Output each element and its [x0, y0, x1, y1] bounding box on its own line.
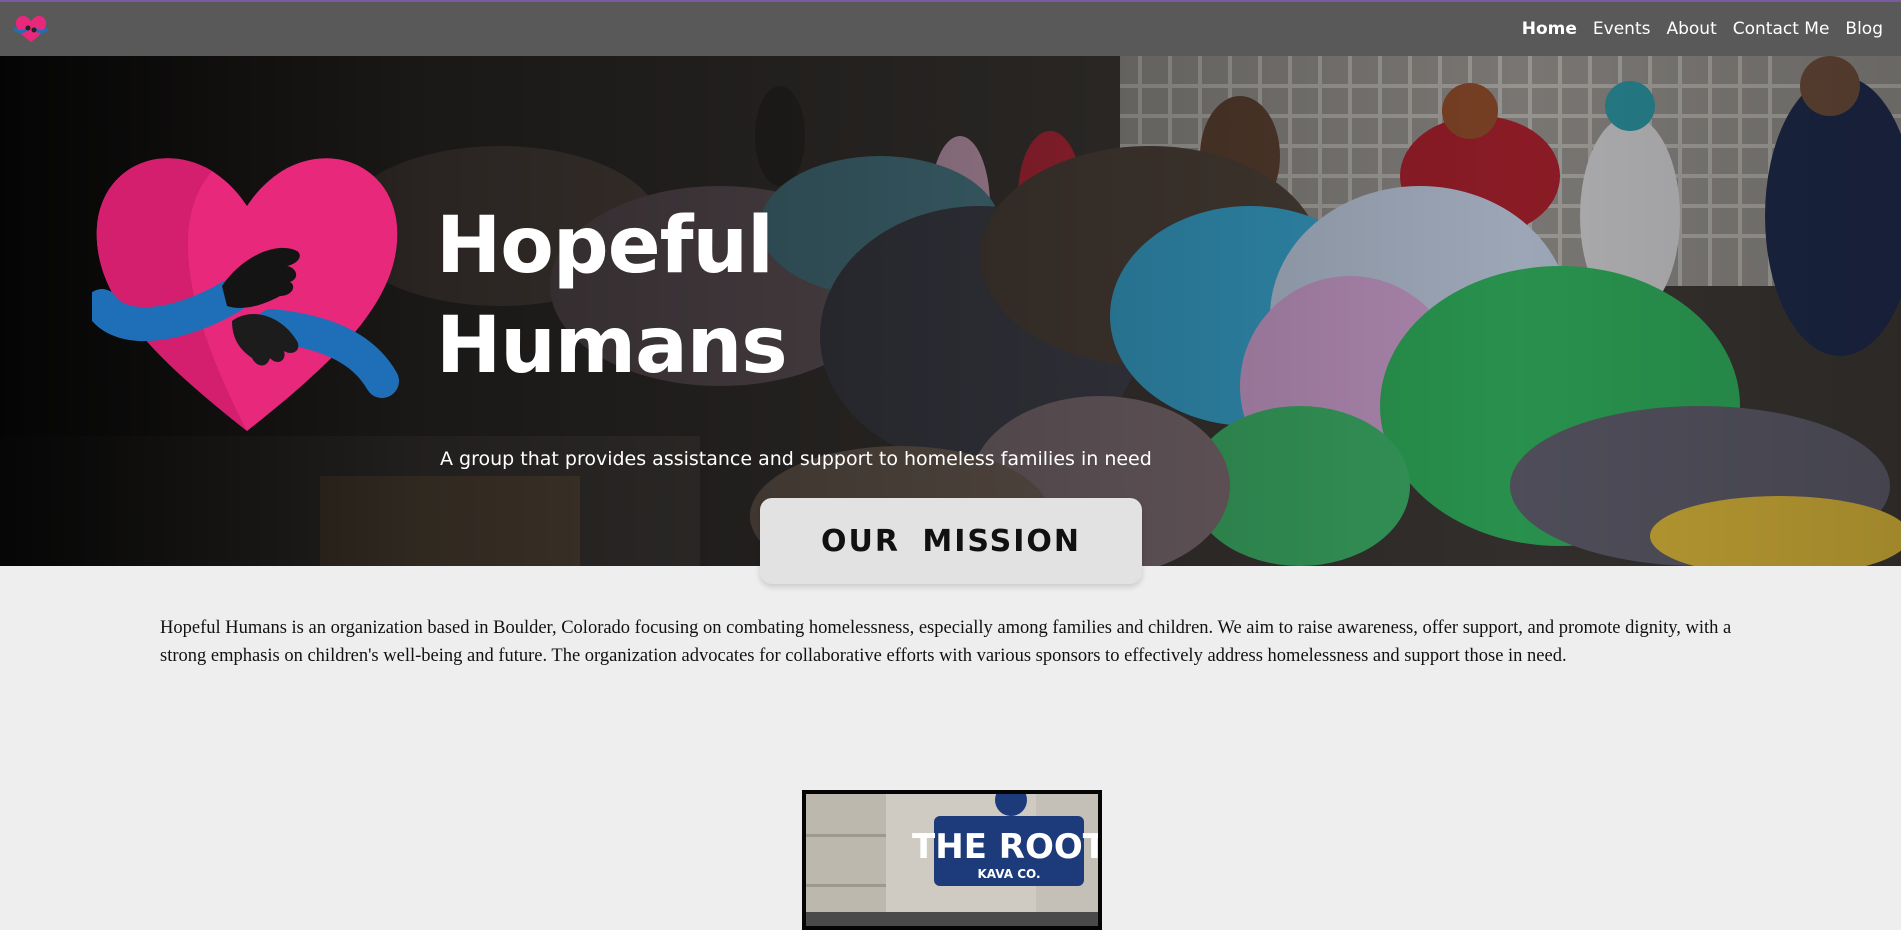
hero-title-line1: Hopeful — [436, 201, 774, 291]
hero-section: Hopeful Humans A group that provides ass… — [0, 56, 1901, 566]
our-mission-button[interactable]: OUR MISSION — [760, 498, 1142, 584]
heart-hug-logo-icon[interactable] — [14, 13, 48, 45]
hero-title: Hopeful Humans — [436, 196, 896, 396]
nav-link-about[interactable]: About — [1666, 19, 1716, 39]
nav-link-contact[interactable]: Contact Me — [1733, 19, 1830, 39]
heart-hug-icon — [92, 158, 399, 431]
nav-link-events[interactable]: Events — [1593, 19, 1651, 39]
hero-title-line2: Humans — [436, 301, 788, 391]
nav-links: Home Events About Contact Me Blog — [1522, 2, 1883, 56]
sponsor-photo: THE ROOT KAVA CO. — [806, 794, 1098, 926]
hero-subtitle: A group that provides assistance and sup… — [440, 448, 1152, 470]
sponsor-sign-subtext: KAVA CO. — [977, 867, 1040, 881]
mission-description: Hopeful Humans is an organization based … — [160, 618, 1732, 666]
sponsor-image[interactable]: THE ROOT KAVA CO. — [802, 790, 1102, 930]
sponsor-sign-text: THE ROOT — [912, 827, 1098, 867]
nav-link-blog[interactable]: Blog — [1845, 19, 1883, 39]
nav-link-home[interactable]: Home — [1522, 19, 1577, 39]
top-navbar: Home Events About Contact Me Blog — [0, 0, 1901, 56]
